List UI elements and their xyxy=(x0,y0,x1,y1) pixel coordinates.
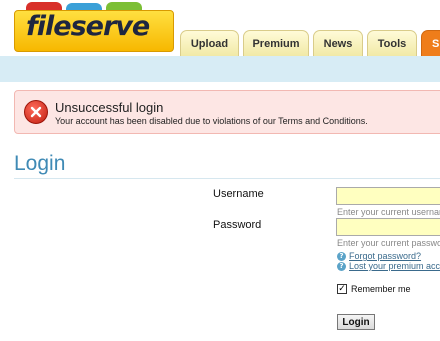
username-label: Username xyxy=(213,188,264,200)
tab-signup-partial[interactable]: S xyxy=(421,30,440,56)
title-divider xyxy=(14,178,440,179)
remember-me-row: ✓ Remember me xyxy=(337,284,411,294)
help-icon: ? xyxy=(337,251,346,261)
error-notice: Unsuccessful login Your account has been… xyxy=(14,90,440,134)
remember-me-label[interactable]: Remember me xyxy=(351,284,411,294)
header-bar xyxy=(0,56,440,82)
login-button[interactable]: Login xyxy=(337,314,375,330)
password-hint: Enter your current passwor xyxy=(337,238,440,248)
username-hint: Enter your current usernam xyxy=(337,207,440,217)
password-label: Password xyxy=(213,219,262,231)
tab-news[interactable]: News xyxy=(313,30,363,56)
error-message: Your account has been disabled due to vi… xyxy=(55,116,368,126)
password-input[interactable] xyxy=(336,218,440,236)
error-title: Unsuccessful login xyxy=(55,100,164,115)
fileserve-logo[interactable]: fileserve xyxy=(14,2,174,52)
remember-me-checkbox[interactable]: ✓ xyxy=(337,284,347,294)
lost-premium-row: ? Lost your premium accoun xyxy=(337,261,440,271)
site-header: fileserve Upload Premium News Tools S xyxy=(0,0,440,56)
tab-tools[interactable]: Tools xyxy=(367,30,417,56)
lost-premium-link[interactable]: Lost your premium accoun xyxy=(349,261,440,271)
logo-text: fileserve xyxy=(26,11,150,42)
forgot-password-link[interactable]: Forgot password? xyxy=(349,251,421,261)
error-x-icon xyxy=(24,100,48,124)
username-input[interactable] xyxy=(336,187,440,205)
help-icon: ? xyxy=(337,261,346,271)
tab-premium[interactable]: Premium xyxy=(243,30,309,56)
tab-upload[interactable]: Upload xyxy=(180,30,239,56)
forgot-password-row: ? Forgot password? xyxy=(337,251,421,261)
page-title: Login xyxy=(14,152,66,175)
